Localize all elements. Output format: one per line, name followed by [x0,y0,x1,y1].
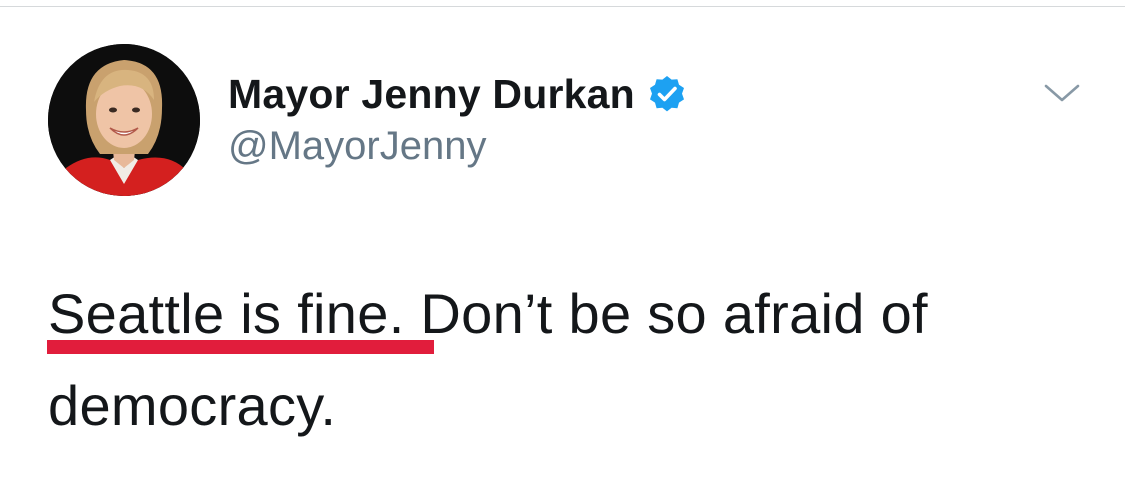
tweet-author[interactable]: Mayor Jenny Durkan @MayorJenny [228,68,687,172]
display-name[interactable]: Mayor Jenny Durkan [228,71,635,118]
avatar[interactable] [48,44,200,196]
red-underline-annotation [47,340,434,354]
top-divider [0,6,1125,7]
chevron-down-icon[interactable] [1040,78,1084,108]
tweet-text: Seattle is fine. Don’t be so afraid of d… [48,268,1088,452]
handle[interactable]: @MayorJenny [228,120,687,172]
display-name-row: Mayor Jenny Durkan [228,68,687,120]
profile-photo-icon [48,44,200,196]
verified-badge-icon [647,74,687,114]
